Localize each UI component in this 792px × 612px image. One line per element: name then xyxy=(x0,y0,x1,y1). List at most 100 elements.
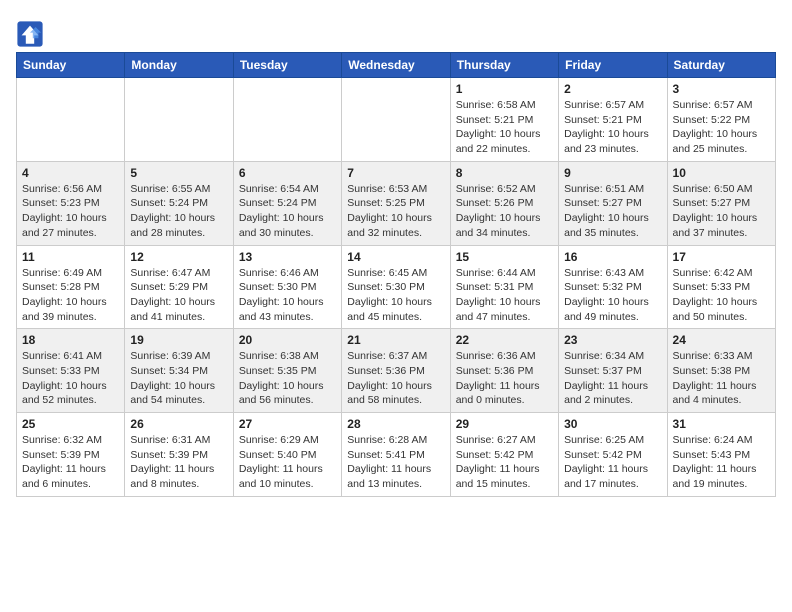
day-info: Sunrise: 6:31 AMSunset: 5:39 PMDaylight:… xyxy=(130,433,227,492)
day-info: Sunrise: 6:50 AMSunset: 5:27 PMDaylight:… xyxy=(673,182,770,241)
day-info: Sunrise: 6:46 AMSunset: 5:30 PMDaylight:… xyxy=(239,266,336,325)
calendar-cell: 21 Sunrise: 6:37 AMSunset: 5:36 PMDayligh… xyxy=(342,329,450,413)
day-info: Sunrise: 6:25 AMSunset: 5:42 PMDaylight:… xyxy=(564,433,661,492)
calendar-cell: 28 Sunrise: 6:28 AMSunset: 5:41 PMDayligh… xyxy=(342,413,450,497)
day-info: Sunrise: 6:29 AMSunset: 5:40 PMDaylight:… xyxy=(239,433,336,492)
day-number: 4 xyxy=(22,166,119,180)
weekday-header-thursday: Thursday xyxy=(450,53,558,78)
calendar-cell xyxy=(17,78,125,162)
calendar-cell: 31 Sunrise: 6:24 AMSunset: 5:43 PMDayligh… xyxy=(667,413,775,497)
day-number: 23 xyxy=(564,333,661,347)
day-number: 11 xyxy=(22,250,119,264)
day-number: 30 xyxy=(564,417,661,431)
day-number: 20 xyxy=(239,333,336,347)
weekday-header-row: SundayMondayTuesdayWednesdayThursdayFrid… xyxy=(17,53,776,78)
weekday-header-tuesday: Tuesday xyxy=(233,53,341,78)
day-info: Sunrise: 6:36 AMSunset: 5:36 PMDaylight:… xyxy=(456,349,553,408)
day-number: 2 xyxy=(564,82,661,96)
calendar-cell: 15 Sunrise: 6:44 AMSunset: 5:31 PMDayligh… xyxy=(450,245,558,329)
calendar-cell xyxy=(233,78,341,162)
day-info: Sunrise: 6:39 AMSunset: 5:34 PMDaylight:… xyxy=(130,349,227,408)
calendar-week-5: 25Sunrise: 6:32 AMSunset: 5:39 PMDayligh… xyxy=(17,413,776,497)
day-number: 25 xyxy=(22,417,119,431)
day-number: 8 xyxy=(456,166,553,180)
day-info: Sunrise: 6:58 AMSunset: 5:21 PMDaylight:… xyxy=(456,98,553,157)
day-number: 17 xyxy=(673,250,770,264)
day-info: Sunrise: 6:57 AMSunset: 5:22 PMDaylight:… xyxy=(673,98,770,157)
day-info: Sunrise: 6:28 AMSunset: 5:41 PMDaylight:… xyxy=(347,433,444,492)
calendar-cell: 19 Sunrise: 6:39 AMSunset: 5:34 PMDayligh… xyxy=(125,329,233,413)
day-number: 27 xyxy=(239,417,336,431)
weekday-header-friday: Friday xyxy=(559,53,667,78)
day-number: 7 xyxy=(347,166,444,180)
day-number: 14 xyxy=(347,250,444,264)
calendar-cell: 3 Sunrise: 6:57 AMSunset: 5:22 PMDaylight… xyxy=(667,78,775,162)
day-info: Sunrise: 6:49 AMSunset: 5:28 PMDaylight:… xyxy=(22,266,119,325)
calendar-cell: 4 Sunrise: 6:56 AMSunset: 5:23 PMDaylight… xyxy=(17,161,125,245)
header xyxy=(16,16,776,48)
day-info: Sunrise: 6:44 AMSunset: 5:31 PMDaylight:… xyxy=(456,266,553,325)
day-number: 28 xyxy=(347,417,444,431)
logo-icon xyxy=(16,20,44,48)
weekday-header-monday: Monday xyxy=(125,53,233,78)
day-info: Sunrise: 6:41 AMSunset: 5:33 PMDaylight:… xyxy=(22,349,119,408)
calendar-cell: 16 Sunrise: 6:43 AMSunset: 5:32 PMDayligh… xyxy=(559,245,667,329)
calendar-cell: 26 Sunrise: 6:31 AMSunset: 5:39 PMDayligh… xyxy=(125,413,233,497)
calendar-cell: 30 Sunrise: 6:25 AMSunset: 5:42 PMDayligh… xyxy=(559,413,667,497)
calendar-cell: 23Sunrise: 6:34 AMSunset: 5:37 PMDayligh… xyxy=(559,329,667,413)
calendar-cell: 2 Sunrise: 6:57 AMSunset: 5:21 PMDaylight… xyxy=(559,78,667,162)
day-number: 31 xyxy=(673,417,770,431)
day-number: 10 xyxy=(673,166,770,180)
day-number: 15 xyxy=(456,250,553,264)
calendar-cell: 1 Sunrise: 6:58 AMSunset: 5:21 PMDaylight… xyxy=(450,78,558,162)
calendar-cell: 10 Sunrise: 6:50 AMSunset: 5:27 PMDayligh… xyxy=(667,161,775,245)
day-number: 18 xyxy=(22,333,119,347)
day-info: Sunrise: 6:45 AMSunset: 5:30 PMDaylight:… xyxy=(347,266,444,325)
calendar-cell: 17 Sunrise: 6:42 AMSunset: 5:33 PMDayligh… xyxy=(667,245,775,329)
day-info: Sunrise: 6:24 AMSunset: 5:43 PMDaylight:… xyxy=(673,433,770,492)
day-number: 24 xyxy=(673,333,770,347)
calendar-cell xyxy=(125,78,233,162)
day-number: 3 xyxy=(673,82,770,96)
day-number: 13 xyxy=(239,250,336,264)
logo xyxy=(16,20,46,48)
day-info: Sunrise: 6:37 AMSunset: 5:36 PMDaylight:… xyxy=(347,349,444,408)
day-number: 21 xyxy=(347,333,444,347)
weekday-header-sunday: Sunday xyxy=(17,53,125,78)
day-number: 1 xyxy=(456,82,553,96)
day-info: Sunrise: 6:53 AMSunset: 5:25 PMDaylight:… xyxy=(347,182,444,241)
day-info: Sunrise: 6:42 AMSunset: 5:33 PMDaylight:… xyxy=(673,266,770,325)
calendar-cell: 20 Sunrise: 6:38 AMSunset: 5:35 PMDayligh… xyxy=(233,329,341,413)
day-info: Sunrise: 6:38 AMSunset: 5:35 PMDaylight:… xyxy=(239,349,336,408)
weekday-header-wednesday: Wednesday xyxy=(342,53,450,78)
day-number: 26 xyxy=(130,417,227,431)
day-info: Sunrise: 6:43 AMSunset: 5:32 PMDaylight:… xyxy=(564,266,661,325)
day-info: Sunrise: 6:33 AMSunset: 5:38 PMDaylight:… xyxy=(673,349,770,408)
calendar-cell: 5 Sunrise: 6:55 AMSunset: 5:24 PMDaylight… xyxy=(125,161,233,245)
calendar-cell: 7 Sunrise: 6:53 AMSunset: 5:25 PMDaylight… xyxy=(342,161,450,245)
day-number: 19 xyxy=(130,333,227,347)
calendar-week-2: 4 Sunrise: 6:56 AMSunset: 5:23 PMDaylight… xyxy=(17,161,776,245)
calendar-week-3: 11 Sunrise: 6:49 AMSunset: 5:28 PMDayligh… xyxy=(17,245,776,329)
calendar-cell: 29 Sunrise: 6:27 AMSunset: 5:42 PMDayligh… xyxy=(450,413,558,497)
calendar-cell: 24 Sunrise: 6:33 AMSunset: 5:38 PMDayligh… xyxy=(667,329,775,413)
day-info: Sunrise: 6:57 AMSunset: 5:21 PMDaylight:… xyxy=(564,98,661,157)
day-number: 5 xyxy=(130,166,227,180)
day-number: 12 xyxy=(130,250,227,264)
day-info: Sunrise: 6:55 AMSunset: 5:24 PMDaylight:… xyxy=(130,182,227,241)
day-number: 16 xyxy=(564,250,661,264)
day-info: Sunrise: 6:56 AMSunset: 5:23 PMDaylight:… xyxy=(22,182,119,241)
calendar-table: SundayMondayTuesdayWednesdayThursdayFrid… xyxy=(16,52,776,497)
calendar-cell: 11 Sunrise: 6:49 AMSunset: 5:28 PMDayligh… xyxy=(17,245,125,329)
calendar-cell: 22Sunrise: 6:36 AMSunset: 5:36 PMDayligh… xyxy=(450,329,558,413)
calendar-cell xyxy=(342,78,450,162)
calendar-cell: 9Sunrise: 6:51 AMSunset: 5:27 PMDaylight… xyxy=(559,161,667,245)
calendar-cell: 8Sunrise: 6:52 AMSunset: 5:26 PMDaylight… xyxy=(450,161,558,245)
calendar-week-1: 1 Sunrise: 6:58 AMSunset: 5:21 PMDaylight… xyxy=(17,78,776,162)
calendar-cell: 18 Sunrise: 6:41 AMSunset: 5:33 PMDayligh… xyxy=(17,329,125,413)
calendar-cell: 12 Sunrise: 6:47 AMSunset: 5:29 PMDayligh… xyxy=(125,245,233,329)
day-info: Sunrise: 6:47 AMSunset: 5:29 PMDaylight:… xyxy=(130,266,227,325)
day-info: Sunrise: 6:27 AMSunset: 5:42 PMDaylight:… xyxy=(456,433,553,492)
day-number: 6 xyxy=(239,166,336,180)
day-number: 29 xyxy=(456,417,553,431)
